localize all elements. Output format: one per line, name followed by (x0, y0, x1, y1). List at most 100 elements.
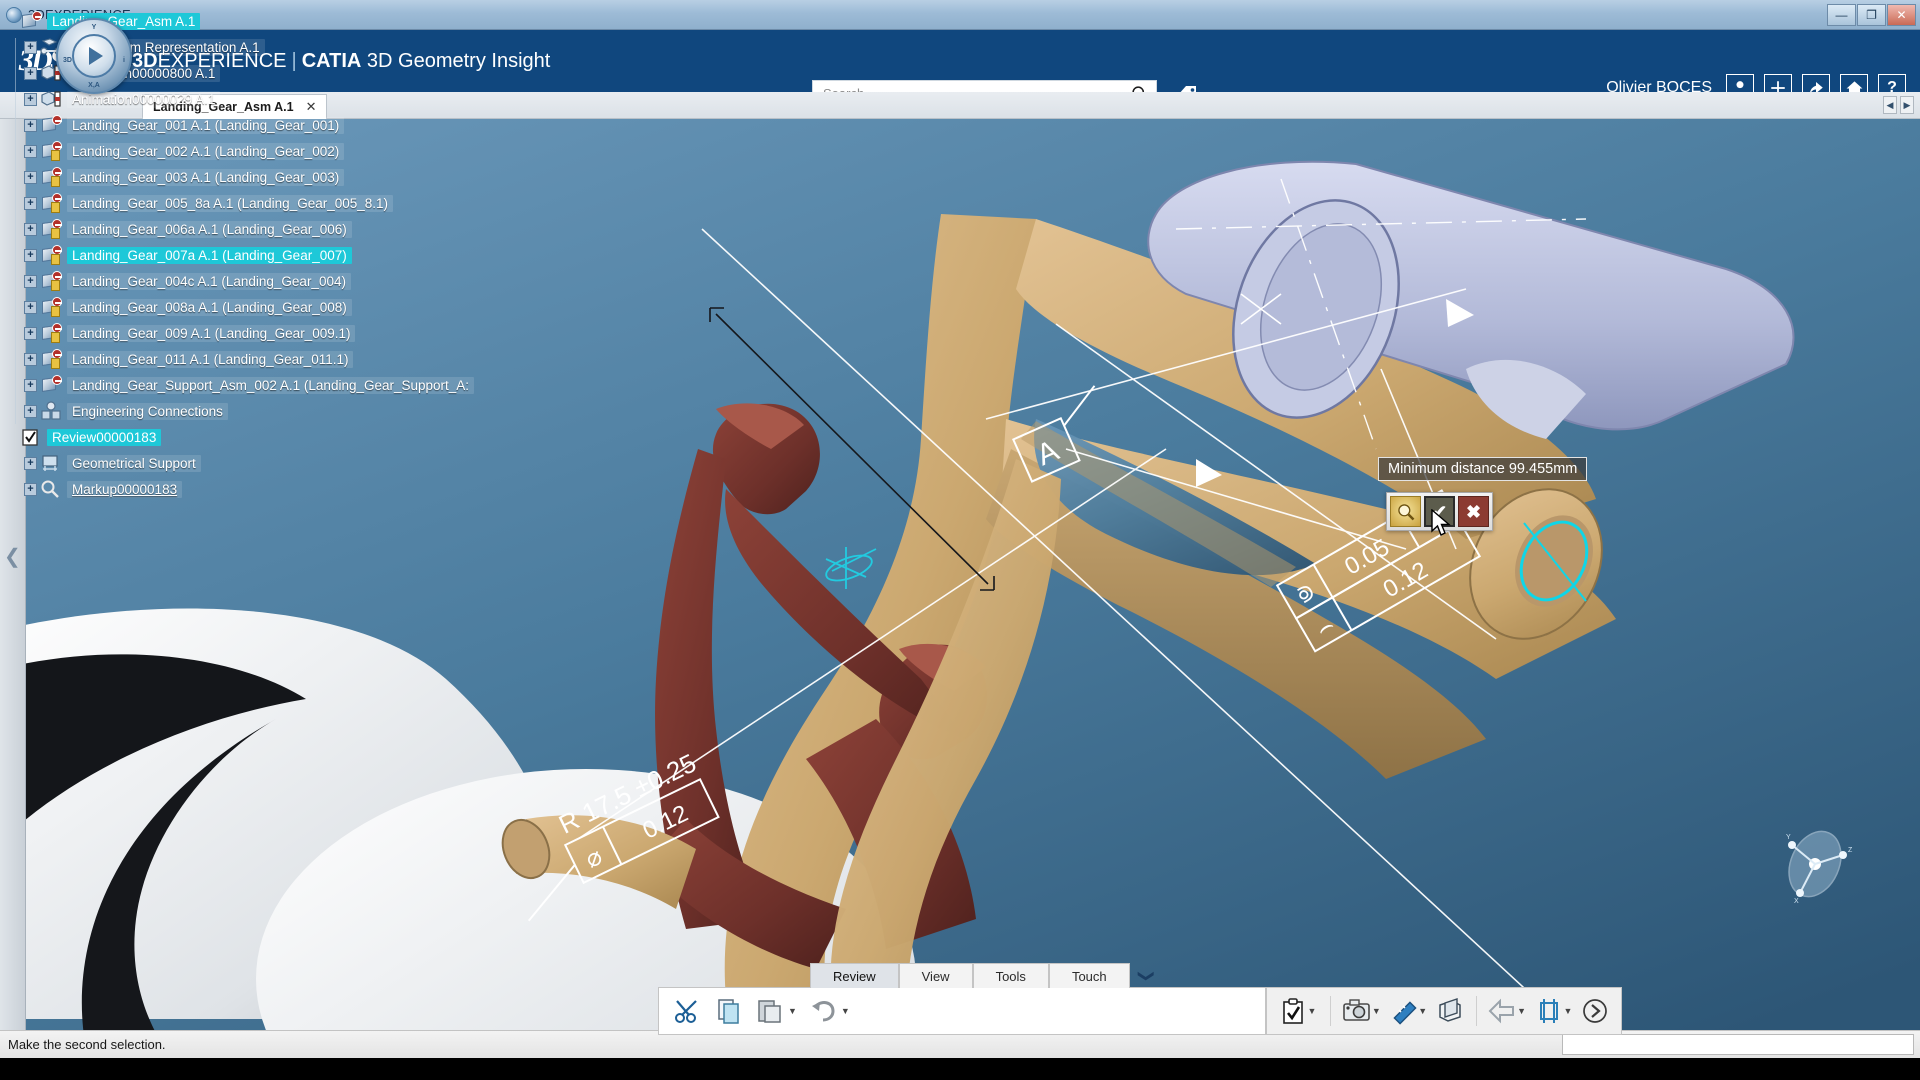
part-person-icon (40, 323, 62, 343)
review-button[interactable] (1277, 992, 1309, 1030)
tree-item[interactable]: + Engineering Connections (4, 398, 474, 424)
navigation-gizmo-icon[interactable]: Y Z X (1770, 819, 1860, 909)
toolbar-divider (1330, 996, 1332, 1026)
previous-view-button[interactable] (1487, 992, 1519, 1030)
part-person-icon (40, 219, 62, 239)
tree-item[interactable]: Review00000183 (4, 424, 474, 450)
action-bar-tab-view[interactable]: View (898, 963, 973, 988)
restore-button[interactable]: ❐ (1857, 3, 1886, 26)
crop-button[interactable] (1533, 992, 1565, 1030)
tree-expander-icon[interactable]: + (24, 326, 37, 340)
catia-application-window: 3DEXPERIENCE — ❐ ✕ 3DS 3DEXPERIENCE|CATI… (0, 0, 1920, 1080)
tree-expander-icon[interactable]: + (24, 144, 37, 158)
measure-button[interactable] (1388, 992, 1420, 1030)
copy-button[interactable] (710, 992, 748, 1030)
collapse-tree-icon[interactable]: ❮ (4, 544, 21, 569)
section-button[interactable] (1434, 992, 1466, 1030)
zoom-to-selection-button[interactable] (1390, 496, 1421, 527)
tree-expander-icon[interactable]: + (24, 66, 37, 80)
tree-item-label: Landing_Gear_Support_Asm_002 A.1 (Landin… (67, 376, 475, 394)
markup-magnifier-icon (40, 479, 62, 499)
tree-item[interactable]: + Landing_Gear_007a A.1 (Landing_Gear_007… (4, 242, 474, 268)
part-person-icon (40, 141, 62, 161)
tree-expander-icon[interactable]: + (24, 300, 37, 314)
toolbar-divider-2 (1475, 996, 1477, 1026)
tree-expander-icon[interactable]: + (24, 40, 37, 54)
tree-expander-icon[interactable]: + (24, 378, 37, 392)
close-icon: ✖ (1465, 501, 1482, 522)
mouse-cursor (1431, 509, 1451, 536)
compass-label-south: X,A (88, 82, 100, 89)
review-dropdown-caret[interactable]: ▼ (1308, 1006, 1317, 1016)
measure-dropdown-caret[interactable]: ▼ (1418, 1006, 1427, 1016)
compass-label-north: Y (91, 24, 97, 31)
tree-expander-icon[interactable]: + (24, 404, 37, 418)
svg-text:Y: Y (1786, 834, 1791, 841)
close-button[interactable]: ✕ (1887, 3, 1916, 26)
cut-button[interactable] (669, 992, 707, 1030)
tree-item-label: Landing_Gear_011 A.1 (Landing_Gear_011.1… (67, 350, 354, 368)
tree-item-label: Markup00000183 (67, 480, 183, 498)
compass-play-triangle (89, 47, 103, 65)
tree-item[interactable]: + Landing_Gear_004c A.1 (Landing_Gear_004… (4, 268, 474, 294)
undo-dropdown-caret[interactable]: ▼ (841, 1006, 850, 1016)
paste-button[interactable] (751, 992, 789, 1030)
part-icon (40, 115, 62, 135)
chevron-down-icon[interactable]: ❯ (1136, 969, 1156, 982)
action-bar-tab-review[interactable]: Review (810, 963, 899, 988)
tree-expander-icon[interactable]: + (24, 196, 37, 210)
tree-item-label: Landing_Gear_002 A.1 (Landing_Gear_002) (67, 142, 345, 160)
review-check-icon (20, 427, 42, 447)
engineering-connections-icon (40, 401, 62, 421)
tab-scroll-arrows: ◀ ▶ (1883, 96, 1914, 114)
snapshot-dropdown-caret[interactable]: ▼ (1372, 1006, 1381, 1016)
previous-view-dropdown-caret[interactable]: ▼ (1517, 1006, 1526, 1016)
tree-item[interactable]: + Landing_Gear_006a A.1 (Landing_Gear_006… (4, 216, 474, 242)
action-bar-tab-tools[interactable]: Tools (972, 963, 1049, 988)
compass-label-west: 3D (63, 57, 72, 65)
tree-expander-icon[interactable]: + (24, 92, 37, 106)
undo-button[interactable] (804, 992, 842, 1030)
tree-item[interactable]: + Animation00000029 A.1 (4, 86, 474, 112)
tree-expander-icon[interactable]: + (24, 482, 37, 496)
cancel-measure-button[interactable]: ✖ (1458, 496, 1489, 527)
tree-expander-icon[interactable]: + (24, 352, 37, 366)
tree-item[interactable]: + Landing_Gear_001 A.1 (Landing_Gear_001) (4, 112, 474, 138)
crop-dropdown-caret[interactable]: ▼ (1564, 1006, 1573, 1016)
status-input[interactable] (1562, 1034, 1914, 1055)
tree-item-label: Landing_Gear_006a A.1 (Landing_Gear_006) (67, 220, 352, 238)
tree-expander-icon[interactable]: + (24, 118, 37, 132)
part-person-icon (40, 349, 62, 369)
tree-item[interactable]: + Landing_Gear_011 A.1 (Landing_Gear_011.… (4, 346, 474, 372)
paste-dropdown-caret[interactable]: ▼ (788, 1006, 797, 1016)
tree-expander-icon[interactable]: + (24, 456, 37, 470)
compass-icon[interactable]: Y 3D i X,A (56, 18, 132, 94)
tree-expander-icon[interactable]: + (24, 170, 37, 184)
tree-item[interactable]: + Landing_Gear_005_8a A.1 (Landing_Gear_0… (4, 190, 474, 216)
more-button[interactable] (1579, 992, 1611, 1030)
tree-item-label: Landing_Gear_005_8a A.1 (Landing_Gear_00… (67, 194, 394, 212)
tree-expander-icon[interactable]: + (24, 248, 37, 262)
tree-item[interactable]: + Landing_Gear_009 A.1 (Landing_Gear_009.… (4, 320, 474, 346)
action-bar-tab-touch[interactable]: Touch (1048, 963, 1130, 988)
tree-item[interactable]: + Landing_Gear_002 A.1 (Landing_Gear_002) (4, 138, 474, 164)
snapshot-button[interactable] (1341, 992, 1373, 1030)
tree-item[interactable]: + Landing_Gear_Support_Asm_002 A.1 (Landi… (4, 372, 475, 398)
window-controls: — ❐ ✕ (1826, 3, 1916, 26)
tree-item[interactable]: + Landing_Gear_003 A.1 (Landing_Gear_003) (4, 164, 474, 190)
minimize-button[interactable]: — (1827, 3, 1856, 26)
tree-expander-icon[interactable]: + (24, 274, 37, 288)
tree-item-label: Review00000183 (47, 428, 162, 446)
tree-item[interactable]: + Landing_Gear_008a A.1 (Landing_Gear_008… (4, 294, 474, 320)
tab-scroll-right-icon[interactable]: ▶ (1900, 96, 1914, 114)
tree-expander-icon[interactable]: + (24, 222, 37, 236)
part-person-icon (40, 167, 62, 187)
tree-item[interactable]: + Geometrical Support (4, 450, 474, 476)
tree-item[interactable]: + Markup00000183 (4, 476, 474, 502)
screen-letterbox-bottom (0, 1058, 1920, 1080)
action-bar-right-group: ▼ ▼ ▼ ▼ ▼ (1266, 987, 1622, 1035)
tab-scroll-left-icon[interactable]: ◀ (1883, 96, 1897, 114)
tree-item-label: Landing_Gear_007a A.1 (Landing_Gear_007) (67, 246, 352, 264)
tree-item-label: Landing_Gear_004c A.1 (Landing_Gear_004) (67, 272, 351, 290)
compass-play-button[interactable] (72, 34, 116, 78)
